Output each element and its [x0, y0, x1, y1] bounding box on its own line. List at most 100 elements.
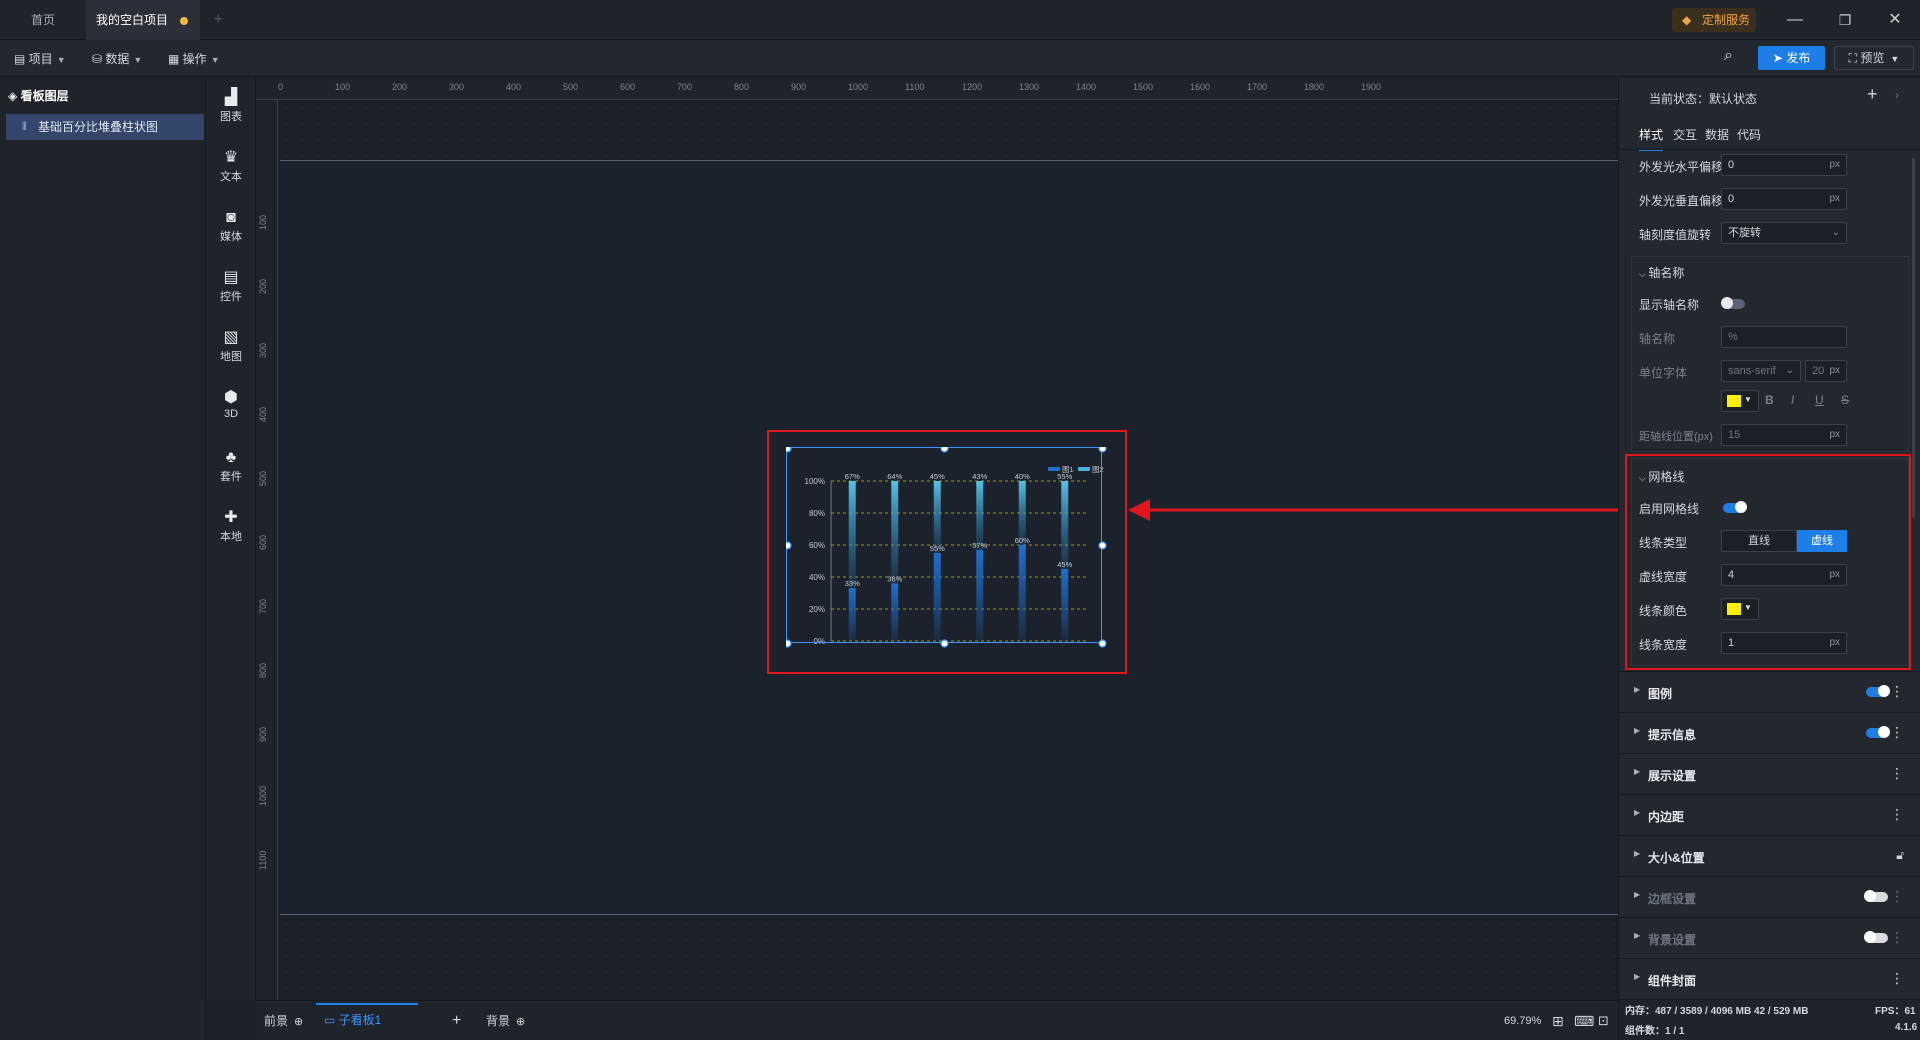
- tab-label: 我的空白项目: [96, 13, 169, 27]
- glow-v-input[interactable]: 0 px: [1721, 188, 1847, 210]
- tool-label: 3D: [223, 408, 239, 420]
- scrollbar[interactable]: [1912, 158, 1915, 518]
- more-icon[interactable]: ⋮: [1890, 766, 1904, 780]
- section-display[interactable]: ▶ 展示设置 ⋮: [1620, 753, 1920, 793]
- axis-name-label: 轴名称: [1639, 332, 1676, 346]
- tool-label: 本地: [220, 531, 242, 543]
- text-icon: ♛: [223, 149, 239, 166]
- italic-icon[interactable]: I: [1791, 393, 1794, 407]
- strikethrough-icon[interactable]: S: [1841, 393, 1849, 407]
- tool-control[interactable]: ▤ 控件: [206, 268, 256, 304]
- send-icon: ➤: [1772, 51, 1787, 65]
- more-icon[interactable]: ⋮: [1890, 725, 1904, 739]
- ruler-tick: 800: [734, 82, 750, 92]
- add-board-icon[interactable]: +: [452, 1011, 461, 1031]
- foreground-tab[interactable]: 前景 ⊕: [264, 1011, 303, 1031]
- glow-h-label: 外发光水平偏移: [1639, 160, 1724, 174]
- axis-name-header[interactable]: ⌵ 轴名称: [1639, 264, 1684, 281]
- border-toggle[interactable]: [1864, 890, 1888, 902]
- glow-v-value: 0: [1728, 193, 1735, 205]
- tool-map[interactable]: ▧ 地图: [206, 328, 256, 364]
- add-circle-icon[interactable]: ⊕: [516, 1016, 525, 1028]
- section-border[interactable]: ▶ 边框设置 ⋮: [1620, 876, 1920, 916]
- section-tooltip[interactable]: ▶ 提示信息 ⋮: [1620, 712, 1920, 752]
- more-icon[interactable]: ⋮: [1890, 684, 1904, 698]
- show-axis-name-toggle[interactable]: [1721, 297, 1745, 309]
- more-icon[interactable]: ⋮: [1890, 807, 1904, 821]
- puzzle-icon: ✚: [224, 509, 238, 526]
- tool-local[interactable]: ✚ 本地: [206, 508, 256, 544]
- add-tab-icon[interactable]: +: [208, 0, 228, 40]
- tab-home[interactable]: 首页: [0, 0, 86, 40]
- map-icon: ▧: [223, 329, 239, 346]
- tab-project[interactable]: 我的空白项目: [86, 0, 200, 40]
- unit-font-label: 单位字体: [1639, 366, 1688, 380]
- search-icon[interactable]: ⌕: [1724, 46, 1733, 66]
- bar-chart-icon: ▟: [224, 89, 238, 106]
- menu-operation[interactable]: ▦ 操作 ▼: [168, 49, 220, 69]
- add-circle-icon[interactable]: ⊕: [294, 1016, 303, 1028]
- close-icon[interactable]: ✕: [1870, 0, 1920, 40]
- lock-icon[interactable]: 🔓︎: [1896, 848, 1904, 862]
- tool-text[interactable]: ♛ 文本: [206, 148, 256, 184]
- section-size-position[interactable]: ▶ 大小&位置 🔓︎: [1620, 835, 1920, 875]
- tab-interaction[interactable]: 交互: [1673, 126, 1697, 143]
- background-label: 背景: [486, 1014, 511, 1028]
- tool-media[interactable]: ◙ 媒体: [206, 208, 256, 244]
- tick-rotate-select[interactable]: 不旋转 ⌄: [1721, 222, 1847, 244]
- section-background[interactable]: ▶ 背景设置 ⋮: [1620, 917, 1920, 957]
- background-tab[interactable]: 背景 ⊕: [486, 1011, 525, 1031]
- font-size-input[interactable]: 20 px: [1805, 360, 1847, 382]
- menu-project[interactable]: ▤ 项目 ▼: [14, 49, 66, 69]
- tab-data[interactable]: 数据: [1705, 126, 1729, 143]
- distance-input[interactable]: 15 px: [1721, 424, 1847, 446]
- fit-screen-icon[interactable]: ⊞: [1552, 1011, 1564, 1031]
- add-state-icon[interactable]: +: [1867, 84, 1878, 105]
- more-icon[interactable]: ⋮: [1890, 930, 1904, 944]
- layer-item[interactable]: ⦀ 基础百分比堆叠柱状图: [6, 114, 204, 140]
- unit-label: px: [1829, 159, 1840, 170]
- tab-code[interactable]: 代码: [1737, 126, 1761, 143]
- more-icon[interactable]: ⋮: [1890, 971, 1904, 985]
- background-toggle[interactable]: [1864, 931, 1888, 943]
- chevron-down-icon: ▼: [1890, 54, 1900, 64]
- restore-icon[interactable]: ❐: [1820, 0, 1870, 40]
- bold-icon[interactable]: B: [1765, 393, 1774, 407]
- underline-icon[interactable]: U: [1815, 393, 1824, 407]
- menu-data[interactable]: ⛁ 数据 ▼: [92, 49, 142, 69]
- caret-right-icon: ▶: [1634, 685, 1641, 694]
- axis-name-input[interactable]: %: [1721, 326, 1847, 348]
- highlight-frame: [1625, 454, 1911, 670]
- tab-style[interactable]: 样式: [1639, 126, 1664, 151]
- tool-kit[interactable]: ♣ 套件: [206, 448, 256, 484]
- caret-right-icon: ▶: [1634, 767, 1641, 776]
- minimize-icon[interactable]: —: [1770, 0, 1820, 40]
- unit-label: px: [1829, 365, 1840, 376]
- toggle-knob: [1721, 297, 1733, 309]
- grid-icon: ▦: [168, 52, 183, 66]
- axis-name-value: %: [1728, 331, 1738, 343]
- legend-toggle[interactable]: [1866, 685, 1890, 697]
- zoom-level[interactable]: 69.79%: [1504, 1011, 1541, 1031]
- show-axis-name-label: 显示轴名称: [1639, 298, 1700, 312]
- section-padding[interactable]: ▶ 内边距 ⋮: [1620, 794, 1920, 834]
- publish-button[interactable]: ➤ 发布: [1758, 46, 1825, 70]
- tooltip-toggle[interactable]: [1866, 726, 1890, 738]
- custom-service-button[interactable]: ◆ 定制服务: [1672, 8, 1756, 32]
- chevron-right-icon[interactable]: ›: [1895, 88, 1899, 102]
- tool-chart[interactable]: ▟ 图表: [206, 88, 256, 124]
- state-value[interactable]: 默认状态: [1709, 92, 1757, 106]
- glow-h-input[interactable]: 0 px: [1721, 154, 1847, 176]
- preview-button[interactable]: ⛶ 预览 ▼: [1834, 46, 1914, 70]
- section-cover[interactable]: ▶ 组件封面 ⋮: [1620, 958, 1920, 998]
- font-family-select[interactable]: sans-serif ⌄: [1721, 360, 1801, 382]
- tool-3d[interactable]: ⬢ 3D: [206, 388, 256, 420]
- terminal-icon[interactable]: ⊡: [1598, 1011, 1609, 1031]
- keyboard-icon[interactable]: ⌨: [1574, 1011, 1594, 1031]
- section-legend[interactable]: ▶ 图例 ⋮: [1620, 671, 1920, 711]
- preview-label: 预览: [1860, 51, 1885, 65]
- more-icon[interactable]: ⋮: [1890, 889, 1904, 903]
- sub-board-tab[interactable]: ▭ 子看板1: [316, 1003, 418, 1033]
- axis-name-color-picker[interactable]: ▼: [1721, 390, 1759, 412]
- chevron-down-icon: ▼: [133, 55, 143, 65]
